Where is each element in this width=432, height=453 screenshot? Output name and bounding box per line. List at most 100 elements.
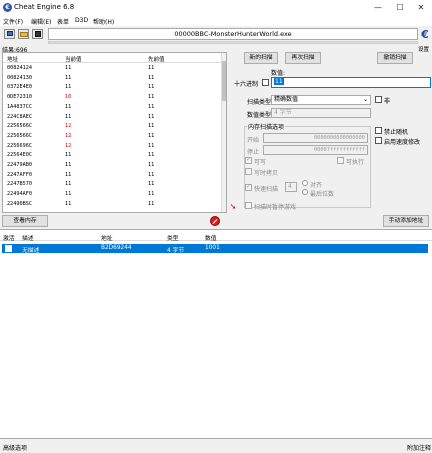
add-address-manually-button[interactable]: 手动添加地址 [383, 215, 429, 227]
writable-checkbox[interactable]: ✓ [245, 156, 252, 164]
result-address: 22479AB0 [7, 162, 32, 168]
close-button[interactable]: ✕ [411, 2, 431, 13]
result-previous-value: 11 [148, 171, 155, 178]
pause-game-checkbox[interactable] [245, 202, 252, 209]
results-scroll-thumb[interactable] [222, 61, 226, 101]
menu-d3d[interactable]: D3D [75, 17, 88, 24]
not-label: 非 [384, 98, 391, 105]
menu-table[interactable]: 表单 [57, 17, 69, 26]
result-row[interactable]: 22490BSC 11 11 [3, 200, 221, 209]
result-row[interactable]: 224C8AEC 11 11 [3, 113, 221, 122]
result-previous-value: 11 [148, 132, 155, 139]
save-button[interactable] [32, 29, 43, 39]
result-row[interactable]: 2256696C 12 11 [3, 142, 221, 151]
open-file-button[interactable] [18, 29, 29, 39]
result-previous-value: 11 [148, 181, 155, 188]
scan-type-value: 精确数值 [274, 96, 299, 103]
address-list-header: 激活 描述 地址 类型 数值 [0, 230, 432, 242]
column-active[interactable]: 激活 [3, 233, 15, 242]
result-address: 224C8AEC [7, 113, 32, 120]
value-type-value: 4 字节 [274, 109, 292, 116]
results-column-previous[interactable]: 先前值 [148, 55, 165, 63]
next-scan-button[interactable]: 再次扫描 [285, 52, 321, 64]
result-row[interactable]: 00824130 11 11 [3, 74, 221, 83]
value-input[interactable]: 11 [271, 77, 431, 88]
result-previous-value: 11 [148, 103, 155, 110]
result-row[interactable]: 1A4837CC 11 11 [3, 103, 221, 112]
advanced-options-label[interactable]: 高级选项 [3, 443, 27, 452]
result-row[interactable]: 2247AFF0 11 11 [3, 171, 221, 180]
start-label: 开始 [247, 137, 260, 144]
fast-scan-input[interactable]: 4 [285, 182, 297, 192]
folder-icon [20, 32, 28, 37]
cheat-engine-logo-icon[interactable]: € [419, 28, 431, 42]
fast-scan-checkbox[interactable]: ✓ [245, 183, 252, 191]
minimize-button[interactable]: — [368, 2, 388, 13]
value-type-dropdown[interactable]: 4 字节 [271, 108, 371, 118]
settings-label[interactable]: 设置 [418, 45, 429, 53]
row-description: 无描述 [22, 248, 40, 254]
column-type[interactable]: 类型 [167, 233, 179, 242]
active-checkbox[interactable] [5, 245, 12, 252]
scan-type-dropdown[interactable]: 精确数值 ⌄ [271, 95, 371, 105]
executable-checkbox[interactable] [337, 157, 344, 164]
result-address: 2256566C [7, 123, 32, 130]
result-current-value: 11 [65, 191, 72, 198]
result-current-value: 12 [65, 142, 72, 149]
maximize-button[interactable]: ☐ [390, 2, 410, 13]
address-list[interactable]: 激活 描述 地址 类型 数值 [0, 229, 432, 439]
row-value: 1001 [205, 245, 220, 251]
column-description[interactable]: 描述 [22, 233, 34, 242]
result-previous-value: 11 [148, 152, 155, 159]
result-current-value: 11 [65, 171, 72, 178]
column-value[interactable]: 数值 [205, 233, 217, 242]
result-previous-value: 11 [148, 94, 155, 101]
hex-checkbox[interactable] [262, 79, 269, 86]
result-address: 22564E0C [7, 152, 32, 159]
result-row[interactable]: 22479AB0 11 11 [3, 161, 221, 170]
start-address-input[interactable]: 0000000000000000 [263, 133, 368, 143]
menu-edit[interactable]: 编辑(E) [31, 17, 51, 26]
not-checkbox[interactable] [375, 96, 382, 103]
last-digits-label: 最后位数 [310, 191, 335, 198]
alignment-radio[interactable] [302, 180, 308, 186]
result-row[interactable]: 0DE72310 10 11 [3, 93, 221, 102]
process-title-field: 00000BBC-MonsterHunterWorld.exe [48, 28, 418, 40]
address-list-row[interactable]: 无描述 B2D69244 4 字节 1001 [2, 244, 428, 254]
result-previous-value: 11 [148, 74, 155, 81]
disable-random-label: 禁止随机 [384, 129, 409, 136]
executable-label: 可执行 [346, 159, 365, 166]
row-address: B2D69244 [101, 245, 132, 251]
hex-label: 十六进制 [234, 81, 259, 88]
menu-file[interactable]: 文件(F) [3, 17, 23, 26]
results-column-current[interactable]: 当前值 [65, 55, 82, 63]
last-digits-radio[interactable] [302, 189, 308, 195]
result-row[interactable]: 22564E0C 11 11 [3, 151, 221, 160]
result-row[interactable]: 00824124 11 11 [3, 64, 221, 73]
result-row[interactable]: 2256566C 12 11 [3, 132, 221, 141]
stop-address-input[interactable]: 00007fffffffffff [263, 145, 368, 155]
add-to-list-arrow-icon[interactable]: ➘ [228, 202, 238, 212]
menu-help[interactable]: 帮助(H) [93, 17, 114, 26]
undo-scan-button[interactable]: 撤销扫描 [377, 52, 413, 64]
result-row[interactable]: 2256566C 12 11 [3, 122, 221, 131]
stop-sign-icon[interactable] [210, 216, 220, 226]
scan-progress-bar [48, 41, 418, 44]
result-row[interactable]: 0372E4E0 11 11 [3, 83, 221, 92]
result-row[interactable]: 2247B570 11 11 [3, 180, 221, 189]
copy-on-write-checkbox[interactable] [245, 168, 252, 175]
results-column-address[interactable]: 地址 [7, 55, 18, 63]
table-extras-label[interactable]: 附加注释 [407, 443, 431, 452]
scan-results-list[interactable]: 地址 当前值 先前值 00824124 11 11 00824130 11 11 0372E… [2, 52, 227, 213]
stop-label: 停止 [247, 149, 260, 156]
column-address[interactable]: 地址 [101, 233, 113, 242]
result-row[interactable]: 22494AF0 11 11 [3, 190, 221, 199]
result-previous-value: 11 [148, 162, 155, 168]
speedhack-checkbox[interactable] [375, 137, 382, 144]
result-address: 22494AF0 [7, 191, 32, 198]
disable-random-checkbox[interactable] [375, 127, 382, 134]
memory-view-button[interactable]: 查看内存 [2, 215, 48, 227]
chevron-down-icon: ⌄ [362, 96, 368, 103]
new-scan-button[interactable]: 新的扫描 [244, 52, 278, 64]
open-process-button[interactable] [4, 29, 15, 39]
